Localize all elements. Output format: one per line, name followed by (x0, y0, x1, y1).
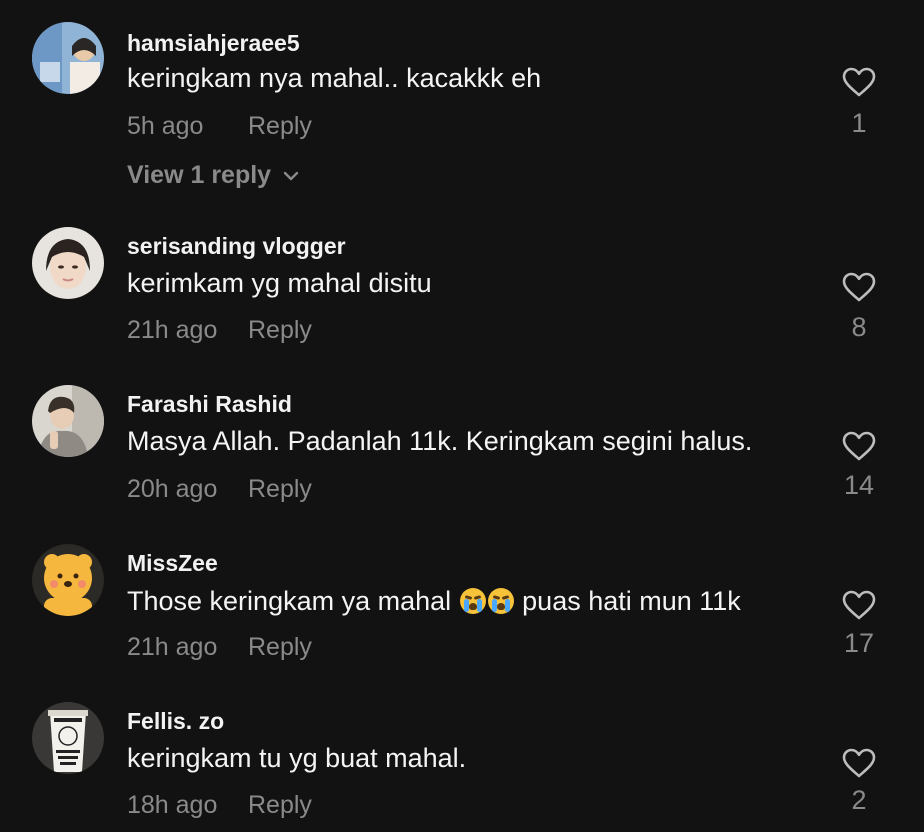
reply-button[interactable]: Reply (248, 791, 312, 820)
avatar[interactable] (32, 22, 104, 94)
comment-item: hamsiahjeraee5 keringkam nya mahal.. kac… (0, 0, 924, 200)
reply-button[interactable]: Reply (248, 316, 312, 345)
comment-timestamp: 21h ago (127, 633, 218, 661)
heart-icon[interactable] (841, 430, 877, 462)
loudly-crying-face-icon (459, 588, 486, 614)
reply-button[interactable]: Reply (248, 112, 312, 141)
comment-username[interactable]: serisanding vlogger (127, 233, 346, 260)
comment-username[interactable]: Fellis. zo (127, 708, 224, 735)
comment-item: MissZee Those keringkam ya mahal puas ha… (0, 520, 924, 680)
avatar[interactable] (32, 385, 104, 457)
comment-text: kerimkam yg mahal disitu (127, 268, 432, 298)
reply-button[interactable]: Reply (248, 633, 312, 662)
avatar[interactable] (32, 227, 104, 299)
loudly-crying-face-icon (487, 588, 514, 614)
heart-icon[interactable] (841, 271, 877, 303)
comment-text: keringkam nya mahal.. kacakkk eh (127, 63, 542, 93)
comment-item: serisanding vlogger kerimkam yg mahal di… (0, 200, 924, 360)
comment-username[interactable]: MissZee (127, 550, 218, 577)
comment-text-part: Those keringkam ya mahal (127, 586, 459, 616)
like-count: 17 (843, 628, 875, 658)
view-replies-button[interactable]: View 1 reply (127, 161, 299, 190)
view-replies-label: View 1 reply (127, 161, 272, 189)
comment-item: Farashi Rashid Masya Allah. Padanlah 11k… (0, 360, 924, 520)
avatar[interactable] (32, 544, 104, 616)
heart-icon[interactable] (841, 589, 877, 621)
comment-timestamp: 21h ago (127, 316, 218, 344)
comment-username[interactable]: Farashi Rashid (127, 391, 292, 418)
comment-text: keringkam tu yg buat mahal. (127, 743, 467, 773)
comment-username[interactable]: hamsiahjeraee5 (127, 30, 300, 57)
comment-timestamp: 18h ago (127, 791, 218, 819)
like-count: 1 (851, 108, 867, 138)
like-count: 8 (851, 312, 867, 342)
like-count: 2 (851, 785, 867, 815)
comment-text: Those keringkam ya mahal puas hati mun 1… (127, 586, 741, 617)
comment-text: Masya Allah. Padanlah 11k. Keringkam seg… (127, 426, 753, 456)
chevron-down-icon (283, 171, 299, 180)
heart-icon[interactable] (841, 66, 877, 98)
reply-button[interactable]: Reply (248, 475, 312, 504)
like-count: 14 (843, 470, 875, 500)
heart-icon[interactable] (841, 747, 877, 779)
avatar[interactable] (32, 702, 104, 774)
comment-timestamp: 5h ago (127, 112, 204, 140)
comment-item: Fellis. zo keringkam tu yg buat mahal. 1… (0, 680, 924, 832)
comment-text-part: puas hati mun 11k (514, 586, 741, 616)
comment-timestamp: 20h ago (127, 475, 218, 503)
